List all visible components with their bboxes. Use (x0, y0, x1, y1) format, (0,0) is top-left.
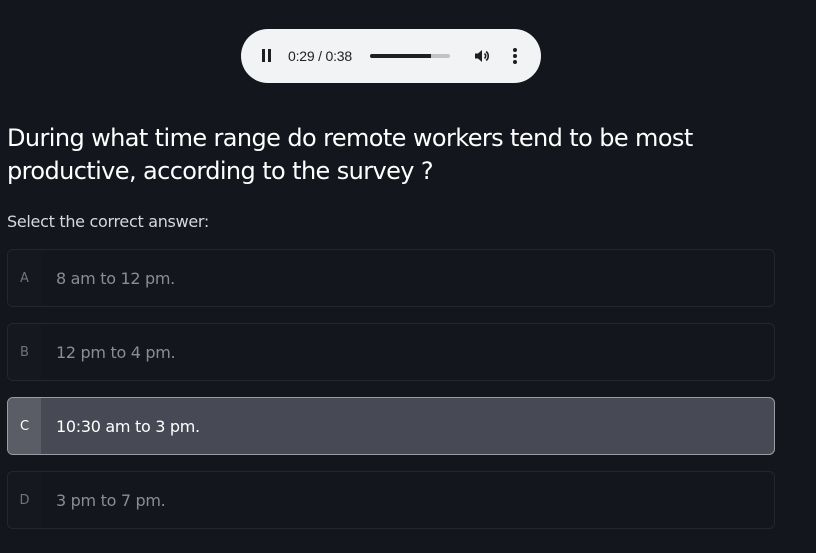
option-text: 3 pm to 7 pm. (56, 490, 166, 510)
option-letter: B (20, 344, 29, 360)
option-letter-box: D (8, 472, 41, 528)
option-letter-box: C (8, 398, 41, 454)
option-text: 10:30 am to 3 pm. (56, 416, 200, 436)
pause-icon[interactable] (262, 49, 272, 62)
more-options-icon[interactable] (511, 47, 519, 65)
instruction-text: Select the correct answer: (7, 212, 209, 231)
volume-icon[interactable] (473, 47, 491, 65)
option-letter-box: A (8, 250, 41, 306)
question-text: During what time range do remote workers… (7, 124, 693, 185)
option-letter: D (19, 492, 30, 508)
option-letter: A (20, 270, 29, 286)
option-text: 8 am to 12 pm. (56, 268, 175, 288)
option-text: 12 pm to 4 pm. (56, 342, 176, 362)
option-d[interactable]: D 3 pm to 7 pm. (7, 471, 775, 529)
progress-fill (370, 54, 432, 58)
option-letter: C (19, 418, 30, 434)
progress-bar[interactable] (370, 54, 450, 58)
option-c[interactable]: C 10:30 am to 3 pm. (7, 397, 775, 455)
option-letter-box: B (8, 324, 41, 380)
option-a[interactable]: A 8 am to 12 pm. (7, 249, 775, 307)
option-b[interactable]: B 12 pm to 4 pm. (7, 323, 775, 381)
time-display: 0:29 / 0:38 (288, 48, 352, 64)
